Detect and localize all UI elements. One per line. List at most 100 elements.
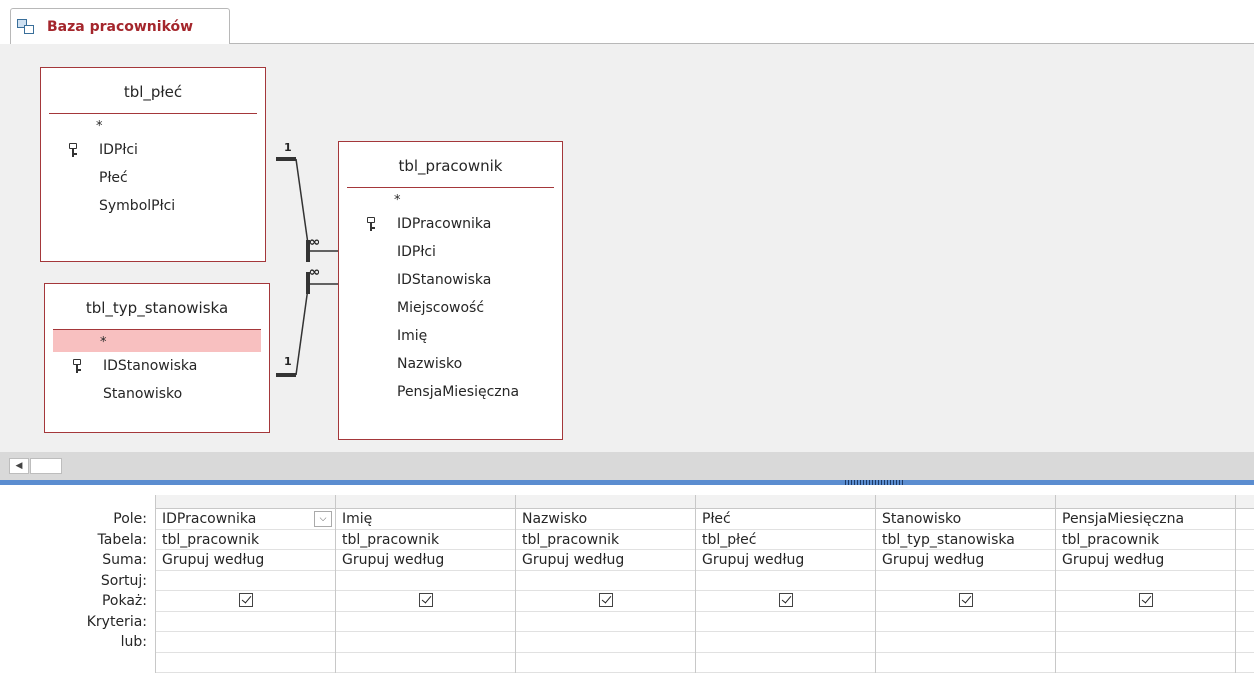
- show-checkbox[interactable]: [238, 593, 253, 607]
- table-title: tbl_typ_stanowiska: [85, 299, 229, 317]
- show-checkbox[interactable]: [958, 593, 973, 607]
- cell-empty[interactable]: [1236, 632, 1254, 653]
- query-design-pane[interactable]: 1 1 ∞ ∞ tbl_płeć * IDPłci Płeć SymbolPłc…: [0, 44, 1254, 452]
- design-horizontal-scrollbar[interactable]: ◀: [0, 452, 1254, 480]
- show-checkbox[interactable]: [598, 593, 613, 607]
- cell-total[interactable]: Grupuj według: [696, 550, 875, 571]
- query-design-icon: [17, 18, 35, 35]
- cell-or[interactable]: [1056, 632, 1235, 653]
- field-idplci[interactable]: IDPłci: [339, 238, 562, 266]
- cell-table[interactable]: tbl_pracownik: [1056, 530, 1235, 550]
- query-tab[interactable]: Baza pracowników: [10, 8, 230, 44]
- cell-field[interactable]: PensjaMiesięczna: [1056, 509, 1235, 530]
- show-checkbox[interactable]: [418, 593, 433, 607]
- cell-empty[interactable]: [1236, 571, 1254, 591]
- cell-extra[interactable]: [696, 653, 875, 673]
- cell-total[interactable]: Grupuj według: [156, 550, 335, 571]
- column-selector[interactable]: [516, 495, 695, 509]
- column-selector[interactable]: [336, 495, 515, 509]
- cell-criteria[interactable]: [336, 612, 515, 632]
- field-stanowisko[interactable]: Stanowisko: [45, 380, 269, 408]
- cell-extra[interactable]: [156, 653, 335, 673]
- cell-empty[interactable]: [1236, 591, 1254, 612]
- cell-table[interactable]: tbl_typ_stanowiska: [876, 530, 1055, 550]
- cell-extra[interactable]: [336, 653, 515, 673]
- field-nazwisko[interactable]: Nazwisko: [339, 350, 562, 378]
- field-pensja[interactable]: PensjaMiesięczna: [339, 378, 562, 406]
- query-grid-pane: Pole: Tabela: Suma: Sortuj: Pokaż: Kryte…: [0, 485, 1254, 687]
- field-idplci[interactable]: IDPłci: [41, 136, 265, 164]
- grid-column: Stanowisko tbl_typ_stanowiska Grupuj wed…: [875, 495, 1055, 673]
- cell-table[interactable]: tbl_pracownik: [156, 530, 335, 550]
- table-pracownik[interactable]: tbl_pracownik * IDPracownika IDPłci IDSt…: [338, 141, 563, 440]
- column-selector[interactable]: [696, 495, 875, 509]
- field-idstanowiska[interactable]: IDStanowiska: [339, 266, 562, 294]
- cell-field[interactable]: Imię: [336, 509, 515, 530]
- cell-sort[interactable]: [1056, 571, 1235, 591]
- row-label-sortuj: Sortuj:: [100, 572, 147, 589]
- cell-table[interactable]: tbl_pracownik: [516, 530, 695, 550]
- cell-criteria[interactable]: [876, 612, 1055, 632]
- field-all-selected[interactable]: *: [53, 330, 261, 352]
- column-selector[interactable]: [1236, 495, 1254, 509]
- cell-or[interactable]: [336, 632, 515, 653]
- column-selector[interactable]: [156, 495, 335, 509]
- join-line-typ: [295, 287, 309, 376]
- column-selector[interactable]: [876, 495, 1055, 509]
- field-idstanowiska[interactable]: IDStanowiska: [45, 352, 269, 380]
- cell-field[interactable]: Płeć: [696, 509, 875, 530]
- cell-or[interactable]: [876, 632, 1055, 653]
- field-miejscowosc[interactable]: Miejscowość: [339, 294, 562, 322]
- relation-one-label-plec: 1: [284, 141, 292, 154]
- field-all[interactable]: *: [339, 188, 562, 210]
- cell-field[interactable]: Stanowisko: [876, 509, 1055, 530]
- field-plec[interactable]: Płeć: [41, 164, 265, 192]
- cell-sort[interactable]: [876, 571, 1055, 591]
- cell-sort[interactable]: [156, 571, 335, 591]
- primary-key-icon: [73, 359, 81, 373]
- cell-empty[interactable]: [1236, 550, 1254, 571]
- cell-extra[interactable]: [1056, 653, 1235, 673]
- cell-or[interactable]: [516, 632, 695, 653]
- field-symbolplci[interactable]: SymbolPłci: [41, 192, 265, 220]
- scroll-thumb[interactable]: [30, 458, 62, 474]
- cell-criteria[interactable]: [696, 612, 875, 632]
- cell-empty[interactable]: [1236, 530, 1254, 550]
- field-imie[interactable]: Imię: [339, 322, 562, 350]
- cell-criteria[interactable]: [1056, 612, 1235, 632]
- cell-table[interactable]: tbl_pracownik: [336, 530, 515, 550]
- cell-total[interactable]: Grupuj według: [336, 550, 515, 571]
- cell-table[interactable]: tbl_płeć: [696, 530, 875, 550]
- cell-empty[interactable]: [1236, 612, 1254, 632]
- grid-column: Imię tbl_pracownik Grupuj według: [335, 495, 515, 673]
- cell-extra[interactable]: [876, 653, 1055, 673]
- show-checkbox[interactable]: [778, 593, 793, 607]
- cell-field[interactable]: IDPracownika ⌵: [156, 509, 335, 530]
- row-label-tabela: Tabela:: [97, 531, 148, 548]
- grid-column: PensjaMiesięczna tbl_pracownik Grupuj we…: [1055, 495, 1235, 673]
- table-typ-stanowiska[interactable]: tbl_typ_stanowiska * IDStanowiska Stanow…: [44, 283, 270, 433]
- cell-field[interactable]: Nazwisko: [516, 509, 695, 530]
- field-label: IDPracownika: [397, 216, 492, 232]
- scroll-left-icon[interactable]: ◀: [9, 458, 29, 474]
- cell-empty[interactable]: [1236, 653, 1254, 673]
- cell-total[interactable]: Grupuj według: [876, 550, 1055, 571]
- cell-sort[interactable]: [696, 571, 875, 591]
- cell-sort[interactable]: [516, 571, 695, 591]
- field-idpracownika[interactable]: IDPracownika: [339, 210, 562, 238]
- table-plec[interactable]: tbl_płeć * IDPłci Płeć SymbolPłci: [40, 67, 266, 262]
- cell-total[interactable]: Grupuj według: [1056, 550, 1235, 571]
- cell-sort[interactable]: [336, 571, 515, 591]
- cell-empty[interactable]: [1236, 509, 1254, 530]
- cell-criteria[interactable]: [156, 612, 335, 632]
- cell-or[interactable]: [156, 632, 335, 653]
- column-selector[interactable]: [1056, 495, 1235, 509]
- cell-criteria[interactable]: [516, 612, 695, 632]
- grid-column-empty: [1235, 495, 1254, 673]
- cell-extra[interactable]: [516, 653, 695, 673]
- cell-total[interactable]: Grupuj według: [516, 550, 695, 571]
- cell-or[interactable]: [696, 632, 875, 653]
- field-all[interactable]: *: [41, 114, 265, 136]
- chevron-down-icon[interactable]: ⌵: [314, 511, 332, 527]
- show-checkbox[interactable]: [1138, 593, 1153, 607]
